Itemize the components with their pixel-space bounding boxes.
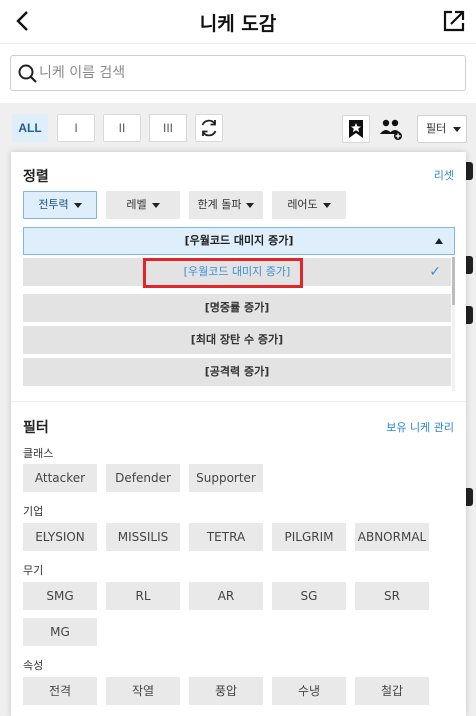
squad-button[interactable] xyxy=(377,115,405,143)
search-box[interactable] xyxy=(10,55,466,91)
tier-2-button[interactable]: II xyxy=(103,114,141,142)
element-chip[interactable]: 전격 xyxy=(23,677,97,705)
tier-3-button[interactable]: III xyxy=(149,114,187,142)
company-chip[interactable]: MISSILIS xyxy=(106,523,180,551)
chevron-down-icon xyxy=(246,202,255,208)
company-chip[interactable]: ABNORMAL xyxy=(355,523,429,551)
weapon-chip[interactable]: SMG xyxy=(23,582,97,610)
element-chip[interactable]: 풍압 xyxy=(189,677,263,705)
class-chip[interactable]: Supporter xyxy=(189,464,263,492)
weapon-chip[interactable]: SR xyxy=(355,582,429,610)
class-chip[interactable]: Attacker xyxy=(23,464,97,492)
bookmark-button[interactable] xyxy=(342,115,370,143)
sort-level-label: 레벨 xyxy=(126,198,147,211)
company-chip[interactable]: PILGRIM xyxy=(272,523,346,551)
sort-rarity-button[interactable]: 레어도 xyxy=(272,191,346,219)
tier-all-button[interactable]: ALL xyxy=(12,114,48,142)
sort-option[interactable]: [최대 장탄 수 증가] xyxy=(23,326,451,354)
sort-criteria-current: [우월코드 대미지 증가] xyxy=(184,234,294,247)
sort-rarity-label: 레어도 xyxy=(287,198,318,211)
top-bar: 니케 도감 xyxy=(0,0,476,44)
sort-filter-panel: 정렬 리셋 전투력 레벨 한계 돌파 레어도 [우월코드 대미지 증가] [우월… xyxy=(11,152,466,716)
search-icon xyxy=(18,64,37,83)
sort-power-button[interactable]: 전투력 xyxy=(23,191,97,219)
company-label: 기업 xyxy=(23,505,44,518)
refresh-icon xyxy=(201,119,217,137)
class-label: 클래스 xyxy=(23,447,54,460)
chevron-down-icon xyxy=(322,202,331,208)
element-chip[interactable]: 작열 xyxy=(106,677,180,705)
class-chip[interactable]: Defender xyxy=(106,464,180,492)
sort-option-label: [공격력 증가] xyxy=(204,365,270,378)
tier-1-button[interactable]: I xyxy=(57,114,95,142)
squad-icon xyxy=(380,119,402,140)
weapon-chip[interactable]: RL xyxy=(106,582,180,610)
highlight-box xyxy=(143,258,303,288)
weapon-chip[interactable]: AR xyxy=(189,582,263,610)
refresh-button[interactable] xyxy=(195,114,223,142)
divider xyxy=(11,401,466,402)
chevron-down-icon xyxy=(73,202,82,208)
company-chip[interactable]: TETRA xyxy=(189,523,263,551)
filter-dropdown-label: 필터 xyxy=(426,122,447,135)
search-input[interactable] xyxy=(39,56,459,90)
element-chip[interactable]: 철갑 xyxy=(355,677,429,705)
chevron-up-icon xyxy=(435,238,443,244)
weapon-chip[interactable]: SG xyxy=(272,582,346,610)
reset-link[interactable]: 리셋 xyxy=(434,167,454,183)
sort-option-label: [명중률 증가] xyxy=(204,301,270,314)
filter-title: 필터 xyxy=(23,420,49,436)
sort-power-label: 전투력 xyxy=(38,198,69,211)
sort-limit-break-button[interactable]: 한계 돌파 xyxy=(189,191,263,219)
sort-option[interactable]: [명중률 증가] xyxy=(23,294,451,322)
sort-level-button[interactable]: 레벨 xyxy=(106,191,180,219)
page-title: 니케 도감 xyxy=(199,13,277,35)
scrollbar-thumb[interactable] xyxy=(452,257,455,305)
sort-title: 정렬 xyxy=(23,169,49,185)
sort-criteria-dropdown[interactable]: [우월코드 대미지 증가] xyxy=(23,227,455,255)
bookmark-star-icon xyxy=(349,120,363,138)
element-chip[interactable]: 수냉 xyxy=(272,677,346,705)
sort-limit-break-label: 한계 돌파 xyxy=(197,198,242,211)
sort-option[interactable]: [공격력 증가] xyxy=(23,358,451,386)
sort-option-label: [최대 장탄 수 증가] xyxy=(190,333,284,346)
manage-nikke-link[interactable]: 보유 니케 관리 xyxy=(386,419,454,435)
external-link-icon[interactable] xyxy=(442,9,466,33)
element-label: 속성 xyxy=(23,659,44,672)
company-chip[interactable]: ELYSION xyxy=(23,523,97,551)
weapon-chip[interactable]: MG xyxy=(23,618,97,646)
weapon-label: 무기 xyxy=(23,564,44,577)
checkmark-icon: ✓ xyxy=(429,264,441,280)
chevron-down-icon xyxy=(151,202,160,208)
chevron-down-icon xyxy=(453,127,461,132)
filter-dropdown[interactable]: 필터 xyxy=(417,115,467,143)
